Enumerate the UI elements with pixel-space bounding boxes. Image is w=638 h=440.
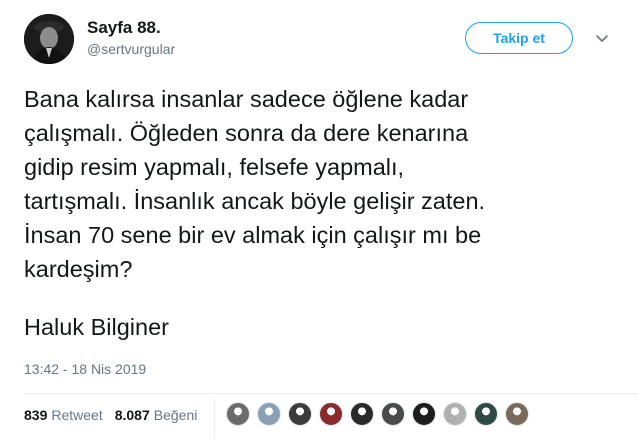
tweet-line: Bana kalırsa insanlar sadece öğlene kada…: [24, 86, 469, 112]
avatar-icon[interactable]: [474, 402, 498, 426]
avatar-icon[interactable]: [288, 402, 312, 426]
retweet-stat[interactable]: 839 Retweet: [24, 407, 103, 423]
tweet-line: İnsan 70 sene bir ev almak için çalışır …: [24, 222, 482, 248]
user-handle[interactable]: @sertvurgular: [87, 41, 175, 57]
avatar-icon[interactable]: [350, 402, 374, 426]
liker-avatars: [226, 402, 536, 426]
follow-button[interactable]: Takip et: [465, 22, 573, 54]
divider: [214, 399, 215, 439]
avatar-icon[interactable]: [319, 402, 343, 426]
like-stat[interactable]: 8.087 Beğeni: [115, 407, 198, 423]
avatar-icon[interactable]: [381, 402, 405, 426]
default-egg-avatar-icon[interactable]: [257, 402, 281, 426]
chevron-down-icon[interactable]: [594, 30, 610, 46]
tweet-line: tartışmalı. İnsanlık ancak böyle gelişir…: [24, 188, 486, 214]
tweet-card: Sayfa 88. @sertvurgular Takip et Bana ka…: [0, 0, 638, 440]
divider: [24, 393, 638, 394]
avatar[interactable]: [24, 14, 74, 64]
tweet-stats: 839 Retweet 8.087 Beğeni: [24, 407, 209, 423]
display-name[interactable]: Sayfa 88.: [87, 18, 161, 38]
tweet-line: kardeşim?: [24, 256, 133, 282]
profile-photo-icon: [24, 14, 74, 64]
avatar-icon[interactable]: [412, 402, 436, 426]
tweet-timestamp[interactable]: 13:42 - 18 Nis 2019: [24, 361, 146, 377]
tweet-line: gidip resim yapmalı, felsefe yapmalı,: [24, 154, 405, 180]
avatar-icon[interactable]: [443, 402, 467, 426]
tweet-signature: Haluk Bilginer: [24, 314, 169, 340]
tweet-text: Bana kalırsa insanlar sadece öğlene kada…: [24, 82, 614, 286]
avatar-icon[interactable]: [505, 402, 529, 426]
avatar-icon[interactable]: [226, 402, 250, 426]
like-count: 8.087: [114, 407, 150, 423]
tweet-line: çalışmalı. Öğleden sonra da dere kenarın…: [24, 120, 469, 146]
retweet-label: Retweet: [51, 407, 103, 423]
retweet-count: 839: [24, 407, 48, 423]
like-label: Beğeni: [153, 407, 198, 423]
